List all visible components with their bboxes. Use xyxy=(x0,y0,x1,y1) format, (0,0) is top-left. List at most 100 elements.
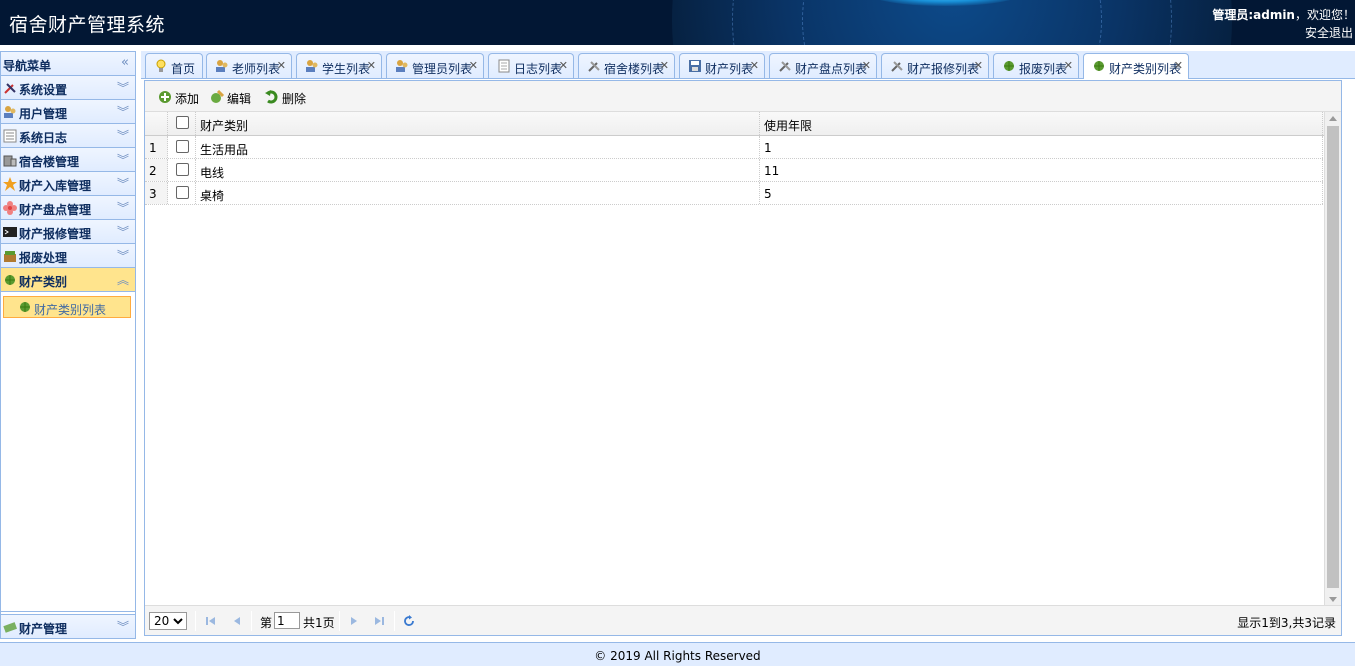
close-icon[interactable]: ✕ xyxy=(277,59,286,72)
tab-admin-list[interactable]: 管理员列表 ✕ xyxy=(386,53,484,78)
column-header-years[interactable]: 使用年限 xyxy=(760,112,1323,135)
separator xyxy=(251,611,252,631)
toolbar: 添加 编辑 删除 xyxy=(145,81,1341,112)
tab-teacher-list[interactable]: 老师列表 ✕ xyxy=(206,53,292,78)
page-size-select[interactable]: 20 xyxy=(149,612,187,630)
tab-panel: 添加 编辑 删除 财产类别 使用年限 1 生活用品 1 2 电线 11 3 桌椅… xyxy=(144,80,1342,636)
grid-header: 财产类别 使用年限 xyxy=(145,112,1341,136)
column-header-category[interactable]: 财产类别 xyxy=(196,112,760,135)
sidebar-item-label: 系统设置 xyxy=(19,83,68,97)
table-row[interactable]: 3 桌椅 5 xyxy=(145,182,1323,205)
tab-repair-list[interactable]: 财产报修列表 ✕ xyxy=(881,53,989,78)
terminal-icon xyxy=(3,227,17,237)
tab-label: 财产报修列表 xyxy=(907,62,980,76)
tab-label: 宿舍楼列表 xyxy=(604,62,665,76)
close-icon[interactable]: ✕ xyxy=(974,59,983,72)
building-icon xyxy=(3,155,17,167)
close-icon[interactable]: ✕ xyxy=(559,59,568,72)
log-icon xyxy=(3,129,17,143)
row-checkbox[interactable] xyxy=(176,163,189,176)
sidebar-item-system-log[interactable]: 系统日志 ︾ xyxy=(1,124,135,148)
sidebar-item-user-management[interactable]: 用户管理 ︾ xyxy=(1,100,135,124)
refresh-icon[interactable] xyxy=(403,615,415,627)
sidebar-header: 导航菜单 « xyxy=(1,52,135,76)
page-number-input[interactable] xyxy=(274,612,300,629)
scroll-down-icon[interactable] xyxy=(1329,597,1337,602)
sidebar-item-label: 财产入库管理 xyxy=(19,179,92,193)
close-icon[interactable]: ✕ xyxy=(1174,59,1183,72)
sidebar-item-repair-management[interactable]: 财产报修管理 ︾ xyxy=(1,220,135,244)
sidebar-subitem-category-list[interactable]: 财产类别列表 xyxy=(3,296,131,318)
years-cell: 1 xyxy=(760,136,1323,158)
tab-home[interactable]: 首页 xyxy=(145,53,203,78)
chevron-down-icon: ︾ xyxy=(116,225,129,239)
tab-building-list[interactable]: 宿舍楼列表 ✕ xyxy=(578,53,675,78)
logout-link[interactable]: 安全退出 xyxy=(1305,24,1353,41)
tab-student-list[interactable]: 学生列表 ✕ xyxy=(296,53,382,78)
row-checkbox[interactable] xyxy=(176,186,189,199)
sidebar-item-label: 财产管理 xyxy=(19,622,68,636)
app-title: 宿舍财产管理系统 xyxy=(9,14,166,36)
next-page-icon[interactable] xyxy=(348,615,360,627)
collapse-left-icon[interactable]: « xyxy=(121,55,129,70)
sidebar-item-inbound-management[interactable]: 财产入库管理 ︾ xyxy=(1,172,135,196)
separator xyxy=(394,611,395,631)
category-cell: 电线 xyxy=(196,159,760,181)
welcome-prefix: 管理员: xyxy=(1212,8,1254,22)
chevron-down-icon: ︾ xyxy=(116,249,129,263)
tab-label: 财产类别列表 xyxy=(1109,62,1182,76)
close-icon[interactable]: ✕ xyxy=(862,59,871,72)
table-row[interactable]: 1 生活用品 1 xyxy=(145,136,1323,159)
sidebar-item-inventory-management[interactable]: 财产盘点管理 ︾ xyxy=(1,196,135,220)
table-row[interactable]: 2 电线 11 xyxy=(145,159,1323,182)
tools-icon xyxy=(779,61,791,72)
page-prefix: 第 xyxy=(260,616,273,630)
last-page-icon[interactable] xyxy=(373,615,385,627)
leaf-icon xyxy=(1094,61,1104,71)
users-icon xyxy=(396,60,408,72)
prev-page-icon[interactable] xyxy=(231,615,243,627)
chevron-down-icon: ︾ xyxy=(116,105,129,119)
add-button[interactable]: 添加 xyxy=(157,89,201,107)
tab-label: 财产盘点列表 xyxy=(795,62,868,76)
tab-category-list[interactable]: 财产类别列表 ✕ xyxy=(1083,53,1189,79)
tab-label: 报废列表 xyxy=(1019,62,1068,76)
row-select-cell xyxy=(168,159,196,181)
vertical-scrollbar[interactable] xyxy=(1324,112,1341,606)
row-number: 3 xyxy=(145,182,168,204)
close-icon[interactable]: ✕ xyxy=(750,59,759,72)
tab-inventory-list[interactable]: 财产盘点列表 ✕ xyxy=(769,53,877,78)
tab-label: 老师列表 xyxy=(232,62,281,76)
close-icon[interactable]: ✕ xyxy=(660,59,669,72)
bulb-icon xyxy=(156,59,166,72)
delete-button[interactable]: 删除 xyxy=(264,89,308,107)
sidebar-item-asset-management[interactable]: 财产管理 ︾ xyxy=(1,614,135,638)
users-icon xyxy=(306,60,318,72)
row-number: 2 xyxy=(145,159,168,181)
scroll-up-icon[interactable] xyxy=(1329,116,1337,121)
column-header-label: 使用年限 xyxy=(764,119,813,133)
edit-button[interactable]: 编辑 xyxy=(209,89,253,107)
leaf-icon xyxy=(1004,61,1014,71)
sidebar-item-system-settings[interactable]: 系统设置 ︾ xyxy=(1,76,135,100)
category-cell: 生活用品 xyxy=(196,136,760,158)
add-icon xyxy=(159,91,171,103)
row-checkbox[interactable] xyxy=(176,140,189,153)
close-icon[interactable]: ✕ xyxy=(469,59,478,72)
select-all-checkbox[interactable] xyxy=(176,116,189,129)
username: admin xyxy=(1253,8,1295,22)
first-page-icon[interactable] xyxy=(205,615,217,627)
tab-scrap-list[interactable]: 报废列表 ✕ xyxy=(993,53,1079,78)
tab-log-list[interactable]: 日志列表 ✕ xyxy=(488,53,574,78)
scroll-thumb[interactable] xyxy=(1327,126,1339,588)
tab-asset-list[interactable]: 财产列表 ✕ xyxy=(679,53,765,78)
sidebar-item-asset-category[interactable]: 财产类别 ︽ xyxy=(1,268,135,292)
sidebar-item-building-management[interactable]: 宿舍楼管理 ︾ xyxy=(1,148,135,172)
sidebar-submenu: 财产类别列表 xyxy=(1,292,135,612)
welcome-text: 管理员:admin，欢迎您！ xyxy=(1212,6,1355,23)
page-total: 共1页 xyxy=(303,616,335,630)
close-icon[interactable]: ✕ xyxy=(1064,59,1073,72)
sidebar-item-scrap-handling[interactable]: 报废处理 ︾ xyxy=(1,244,135,268)
delete-label: 删除 xyxy=(282,92,307,106)
close-icon[interactable]: ✕ xyxy=(367,59,376,72)
